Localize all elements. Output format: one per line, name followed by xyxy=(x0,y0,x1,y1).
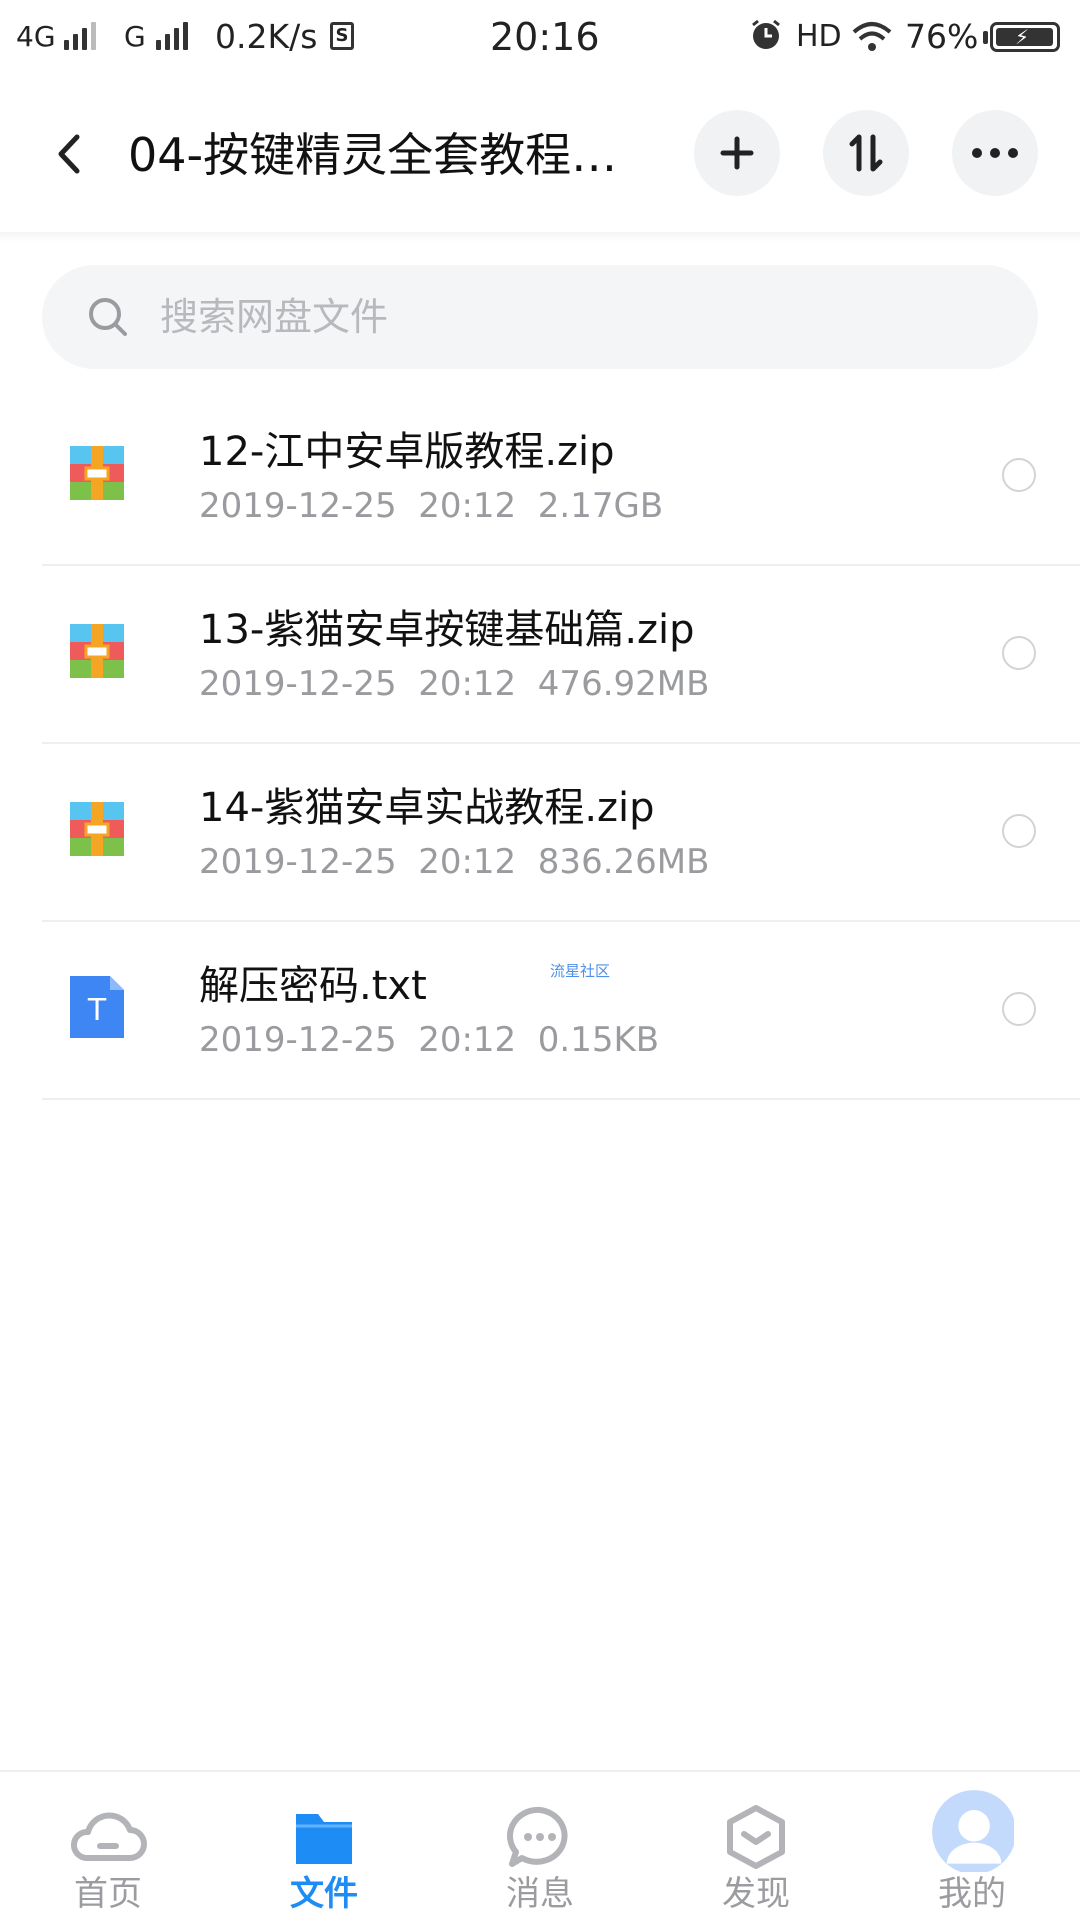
header-divider xyxy=(0,232,1080,242)
text-file-glyph: T xyxy=(87,993,107,1028)
select-checkbox[interactable] xyxy=(1002,636,1036,670)
tab-label: 文件 xyxy=(290,1874,358,1914)
avatar-icon xyxy=(932,1790,1014,1872)
transfer-button[interactable] xyxy=(823,110,909,196)
chat-bubble-icon xyxy=(507,1806,568,1867)
file-row[interactable]: 14-紫猫安卓实战教程.zip 2019-12-25 20:12 836.26M… xyxy=(42,742,1080,922)
search-icon xyxy=(89,298,127,336)
add-button[interactable] xyxy=(694,110,780,196)
tab-label: 消息 xyxy=(506,1874,574,1914)
signal-strength-icon xyxy=(64,20,96,50)
clock: 20:16 xyxy=(490,15,600,59)
more-button[interactable] xyxy=(952,110,1038,196)
tab-label: 我的 xyxy=(938,1874,1006,1914)
search-placeholder: 搜索网盘文件 xyxy=(160,295,389,339)
text-file-icon: T xyxy=(70,976,124,1038)
zip-icon xyxy=(70,624,124,678)
tab-label: 发现 xyxy=(722,1874,790,1914)
select-checkbox[interactable] xyxy=(1002,458,1036,492)
zip-icon xyxy=(70,446,124,500)
file-name: 14-紫猫安卓实战教程.zip xyxy=(199,785,655,831)
file-meta: 2019-12-25 20:12 2.17GB xyxy=(199,486,664,526)
network-type-primary: 4G xyxy=(16,20,56,53)
header: 04-按键精灵全套教程… xyxy=(0,76,1080,234)
status-bar: 4G G 0.2K/s S 20:16 HD 76% ⚡ xyxy=(0,0,1080,76)
tab-label: 首页 xyxy=(74,1874,142,1914)
chevron-left-icon xyxy=(58,134,80,174)
file-name: 解压密码.txt xyxy=(199,963,427,1009)
file-row[interactable]: 12-江中安卓版教程.zip 2019-12-25 20:12 2.17GB xyxy=(42,386,1080,566)
watermark: 流星社区 xyxy=(550,962,611,980)
zip-icon xyxy=(70,802,124,856)
file-name: 12-江中安卓版教程.zip xyxy=(199,429,615,475)
battery-percent: 76% xyxy=(905,17,979,56)
wifi-icon xyxy=(852,20,892,63)
tab-messages[interactable]: 消息 xyxy=(432,1772,648,1922)
page-title: 04-按键精灵全套教程… xyxy=(128,128,618,182)
tab-profile[interactable]: 我的 xyxy=(864,1772,1080,1922)
plus-icon xyxy=(720,136,754,170)
upload-download-icon xyxy=(849,134,883,172)
network-type-secondary: G xyxy=(124,20,146,53)
bottom-tab-bar: 首页 文件 消息 发现 我的 xyxy=(0,1770,1080,1922)
alarm-icon xyxy=(748,17,784,62)
select-checkbox[interactable] xyxy=(1002,814,1036,848)
hd-indicator: HD xyxy=(796,19,842,54)
file-meta: 2019-12-25 20:12 836.26MB xyxy=(199,842,710,882)
file-meta: 2019-12-25 20:12 0.15KB xyxy=(199,1020,660,1060)
search-input[interactable]: 搜索网盘文件 xyxy=(42,265,1038,369)
back-button[interactable] xyxy=(40,124,100,184)
sim-icon: S xyxy=(330,22,354,50)
ellipsis-icon xyxy=(972,148,1018,158)
tab-home[interactable]: 首页 xyxy=(0,1772,216,1922)
file-name: 13-紫猫安卓按键基础篇.zip xyxy=(199,607,695,653)
tab-files[interactable]: 文件 xyxy=(216,1772,432,1922)
cloud-icon xyxy=(71,1812,147,1861)
file-row[interactable]: 13-紫猫安卓按键基础篇.zip 2019-12-25 20:12 476.92… xyxy=(42,564,1080,744)
battery-tip xyxy=(983,31,988,44)
tab-discover[interactable]: 发现 xyxy=(648,1772,864,1922)
cube-icon xyxy=(727,1805,785,1869)
file-row[interactable]: T 解压密码.txt 流星社区 2019-12-25 20:12 0.15KB xyxy=(42,920,1080,1100)
signal-strength-icon-2 xyxy=(156,20,188,50)
network-speed: 0.2K/s xyxy=(215,17,318,56)
battery-icon: ⚡ xyxy=(990,22,1060,52)
select-checkbox[interactable] xyxy=(1002,992,1036,1026)
folder-icon xyxy=(296,1814,352,1864)
file-meta: 2019-12-25 20:12 476.92MB xyxy=(199,664,710,704)
